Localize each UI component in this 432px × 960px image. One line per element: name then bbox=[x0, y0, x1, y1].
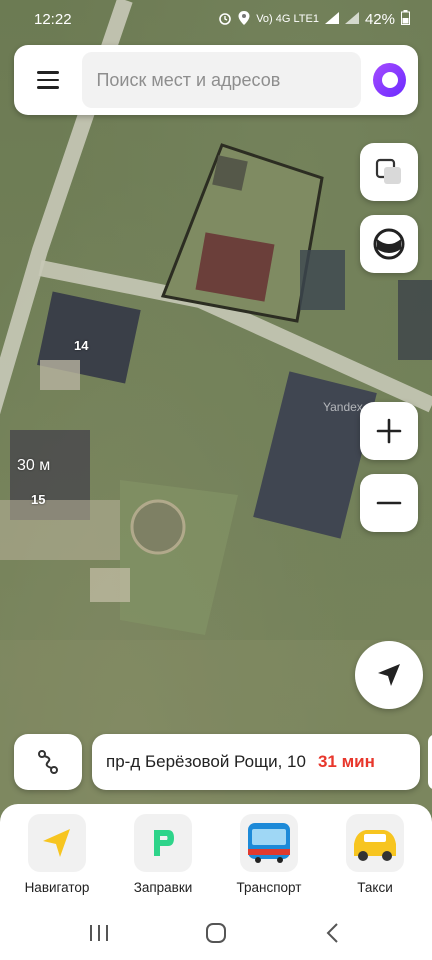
home-button[interactable] bbox=[191, 913, 241, 953]
zoom-out-button[interactable] bbox=[360, 474, 418, 532]
panorama-icon bbox=[373, 228, 405, 260]
status-bar: 12:22 Vo) 4G LTE1 42% bbox=[0, 0, 432, 38]
system-nav-bar bbox=[0, 906, 432, 960]
home-icon bbox=[205, 923, 226, 943]
panorama-button[interactable] bbox=[360, 215, 418, 273]
location-arrow-icon bbox=[378, 664, 400, 686]
service-transport[interactable]: Транспорт bbox=[219, 814, 319, 906]
recent-apps-button[interactable] bbox=[74, 913, 124, 953]
search-bar: Поиск мест и адресов bbox=[14, 45, 418, 115]
alarm-icon bbox=[218, 11, 232, 28]
recents-icon bbox=[89, 925, 108, 941]
bus-icon bbox=[240, 814, 298, 872]
battery-icon bbox=[401, 10, 410, 28]
route-icon bbox=[38, 750, 58, 774]
next-card-peek[interactable] bbox=[428, 734, 432, 790]
map-watermark: Yandex bbox=[323, 400, 363, 414]
network-type: Vo) 4G LTE1 bbox=[256, 13, 319, 25]
back-arrow-icon bbox=[326, 923, 339, 943]
status-icons: Vo) 4G LTE1 42% bbox=[218, 10, 410, 28]
destination-address: пр-д Берёзовой Рощи, 10 bbox=[106, 752, 306, 771]
menu-icon[interactable] bbox=[26, 57, 70, 103]
signal-icon-2 bbox=[344, 11, 359, 27]
service-label: Такси bbox=[357, 880, 393, 895]
navigator-arrow-icon bbox=[28, 814, 86, 872]
alice-voice-assistant-icon[interactable] bbox=[373, 63, 406, 97]
battery-percent: 42% bbox=[364, 10, 395, 28]
fuel-icon bbox=[134, 814, 192, 872]
back-button[interactable] bbox=[308, 913, 358, 953]
search-input[interactable]: Поиск мест и адресов bbox=[82, 52, 362, 108]
layers-icon bbox=[375, 158, 401, 184]
signal-icon bbox=[324, 11, 339, 27]
house-number-15[interactable]: 15 bbox=[31, 492, 45, 507]
service-taxi[interactable]: Такси bbox=[325, 814, 425, 906]
location-icon bbox=[238, 10, 250, 28]
services-panel: Навигатор Заправки Транспорт Такси bbox=[0, 804, 432, 906]
destination-card[interactable]: пр-д Берёзовой Рощи, 10 31 мин bbox=[92, 734, 420, 790]
map-scale: 30 м bbox=[17, 457, 51, 474]
status-time: 12:22 bbox=[34, 10, 72, 28]
service-label: Транспорт bbox=[236, 880, 302, 895]
house-number-14[interactable]: 14 bbox=[74, 338, 88, 353]
service-label: Заправки bbox=[133, 880, 193, 895]
my-location-button[interactable] bbox=[355, 641, 423, 709]
service-fuel[interactable]: Заправки bbox=[113, 814, 213, 906]
taxi-car-icon bbox=[346, 814, 404, 872]
service-navigator[interactable]: Навигатор bbox=[7, 814, 107, 906]
route-button[interactable] bbox=[14, 734, 82, 790]
travel-time: 31 мин bbox=[317, 752, 375, 771]
service-label: Навигатор bbox=[24, 880, 90, 895]
map-layers-button[interactable] bbox=[360, 143, 418, 201]
plus-icon bbox=[376, 418, 402, 444]
minus-icon bbox=[376, 501, 402, 505]
zoom-in-button[interactable] bbox=[360, 402, 418, 460]
